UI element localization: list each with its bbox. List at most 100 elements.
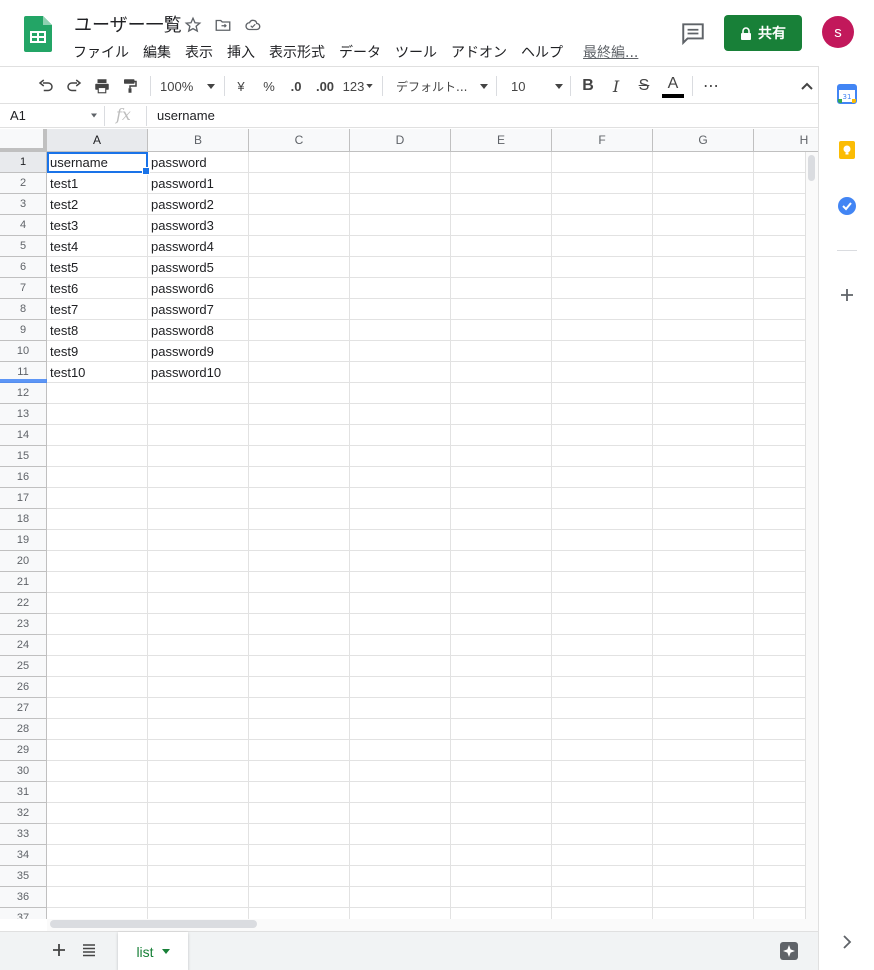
cell-g31[interactable]	[653, 782, 754, 803]
plus-icon[interactable]	[50, 941, 68, 959]
column-header-a[interactable]: A	[47, 129, 148, 152]
cell-b20[interactable]	[148, 551, 249, 572]
dropdown-arrow-icon[interactable]	[90, 112, 98, 120]
cell-c33[interactable]	[249, 824, 350, 845]
cell-c34[interactable]	[249, 845, 350, 866]
sheet-tab-list[interactable]: list	[118, 932, 188, 970]
column-header-g[interactable]: G	[653, 129, 754, 152]
row-header[interactable]: 14	[0, 425, 47, 446]
row-header[interactable]: 12	[0, 383, 47, 404]
cell-c6[interactable]	[249, 257, 350, 278]
cell-c12[interactable]	[249, 383, 350, 404]
cell-e28[interactable]	[451, 719, 552, 740]
font-size-select[interactable]: 10	[511, 75, 563, 97]
text-color-button[interactable]: A	[662, 73, 684, 99]
cell-e5[interactable]	[451, 236, 552, 257]
cell-e21[interactable]	[451, 572, 552, 593]
cell-d4[interactable]	[350, 215, 451, 236]
cell-e9[interactable]	[451, 320, 552, 341]
cell-f6[interactable]	[552, 257, 653, 278]
row-header[interactable]: 24	[0, 635, 47, 656]
cell-f3[interactable]	[552, 194, 653, 215]
cell-f19[interactable]	[552, 530, 653, 551]
cell-b28[interactable]	[148, 719, 249, 740]
cell-f27[interactable]	[552, 698, 653, 719]
currency-format-button[interactable]: ¥	[232, 75, 250, 97]
cell-b12[interactable]	[148, 383, 249, 404]
cell-e17[interactable]	[451, 488, 552, 509]
cell-b5[interactable]: password4	[148, 236, 249, 257]
cell-b30[interactable]	[148, 761, 249, 782]
cell-e3[interactable]	[451, 194, 552, 215]
cell-f36[interactable]	[552, 887, 653, 908]
cell-c29[interactable]	[249, 740, 350, 761]
cell-g18[interactable]	[653, 509, 754, 530]
row-header[interactable]: 32	[0, 803, 47, 824]
row-header[interactable]: 2	[0, 173, 47, 194]
cell-g6[interactable]	[653, 257, 754, 278]
cell-b29[interactable]	[148, 740, 249, 761]
plus-icon[interactable]	[837, 285, 857, 305]
cell-d8[interactable]	[350, 299, 451, 320]
cell-d1[interactable]	[350, 152, 451, 173]
cell-c36[interactable]	[249, 887, 350, 908]
cell-g23[interactable]	[653, 614, 754, 635]
cell-d25[interactable]	[350, 656, 451, 677]
cell-c1[interactable]	[249, 152, 350, 173]
cell-e25[interactable]	[451, 656, 552, 677]
cell-a2[interactable]: test1	[47, 173, 148, 194]
cell-b31[interactable]	[148, 782, 249, 803]
cell-c14[interactable]	[249, 425, 350, 446]
cell-c25[interactable]	[249, 656, 350, 677]
dropdown-arrow-icon[interactable]	[161, 949, 170, 954]
cell-g13[interactable]	[653, 404, 754, 425]
cell-c15[interactable]	[249, 446, 350, 467]
freeze-handle[interactable]	[0, 379, 47, 383]
cell-a19[interactable]	[47, 530, 148, 551]
menu-help[interactable]: ヘルプ	[514, 40, 570, 64]
cell-e37[interactable]	[451, 908, 552, 919]
cell-f7[interactable]	[552, 278, 653, 299]
cell-c9[interactable]	[249, 320, 350, 341]
cell-d28[interactable]	[350, 719, 451, 740]
cell-b3[interactable]: password2	[148, 194, 249, 215]
cell-f29[interactable]	[552, 740, 653, 761]
cell-f26[interactable]	[552, 677, 653, 698]
cell-d16[interactable]	[350, 467, 451, 488]
cell-b32[interactable]	[148, 803, 249, 824]
horizontal-scroll-thumb[interactable]	[50, 920, 257, 928]
chevron-up-icon[interactable]	[800, 79, 814, 93]
cell-b37[interactable]	[148, 908, 249, 919]
cell-a7[interactable]: test6	[47, 278, 148, 299]
row-header[interactable]: 13	[0, 404, 47, 425]
column-header-c[interactable]: C	[249, 129, 350, 152]
row-header[interactable]: 28	[0, 719, 47, 740]
calendar-icon[interactable]: 31	[837, 84, 857, 104]
cell-e10[interactable]	[451, 341, 552, 362]
column-header-e[interactable]: E	[451, 129, 552, 152]
cell-d15[interactable]	[350, 446, 451, 467]
cell-c31[interactable]	[249, 782, 350, 803]
cell-c26[interactable]	[249, 677, 350, 698]
cell-b13[interactable]	[148, 404, 249, 425]
cell-f24[interactable]	[552, 635, 653, 656]
cell-d33[interactable]	[350, 824, 451, 845]
vertical-scrollbar[interactable]	[805, 152, 818, 919]
cell-b6[interactable]: password5	[148, 257, 249, 278]
cell-b36[interactable]	[148, 887, 249, 908]
cell-b24[interactable]	[148, 635, 249, 656]
cell-g11[interactable]	[653, 362, 754, 383]
cell-e32[interactable]	[451, 803, 552, 824]
cell-e11[interactable]	[451, 362, 552, 383]
cell-a30[interactable]	[47, 761, 148, 782]
share-button[interactable]: 共有	[724, 15, 802, 51]
cell-a28[interactable]	[47, 719, 148, 740]
cell-e15[interactable]	[451, 446, 552, 467]
cell-g33[interactable]	[653, 824, 754, 845]
cell-d24[interactable]	[350, 635, 451, 656]
row-header[interactable]: 30	[0, 761, 47, 782]
cell-d30[interactable]	[350, 761, 451, 782]
select-all-corner[interactable]	[0, 129, 47, 152]
column-header-b[interactable]: B	[148, 129, 249, 152]
cell-g10[interactable]	[653, 341, 754, 362]
